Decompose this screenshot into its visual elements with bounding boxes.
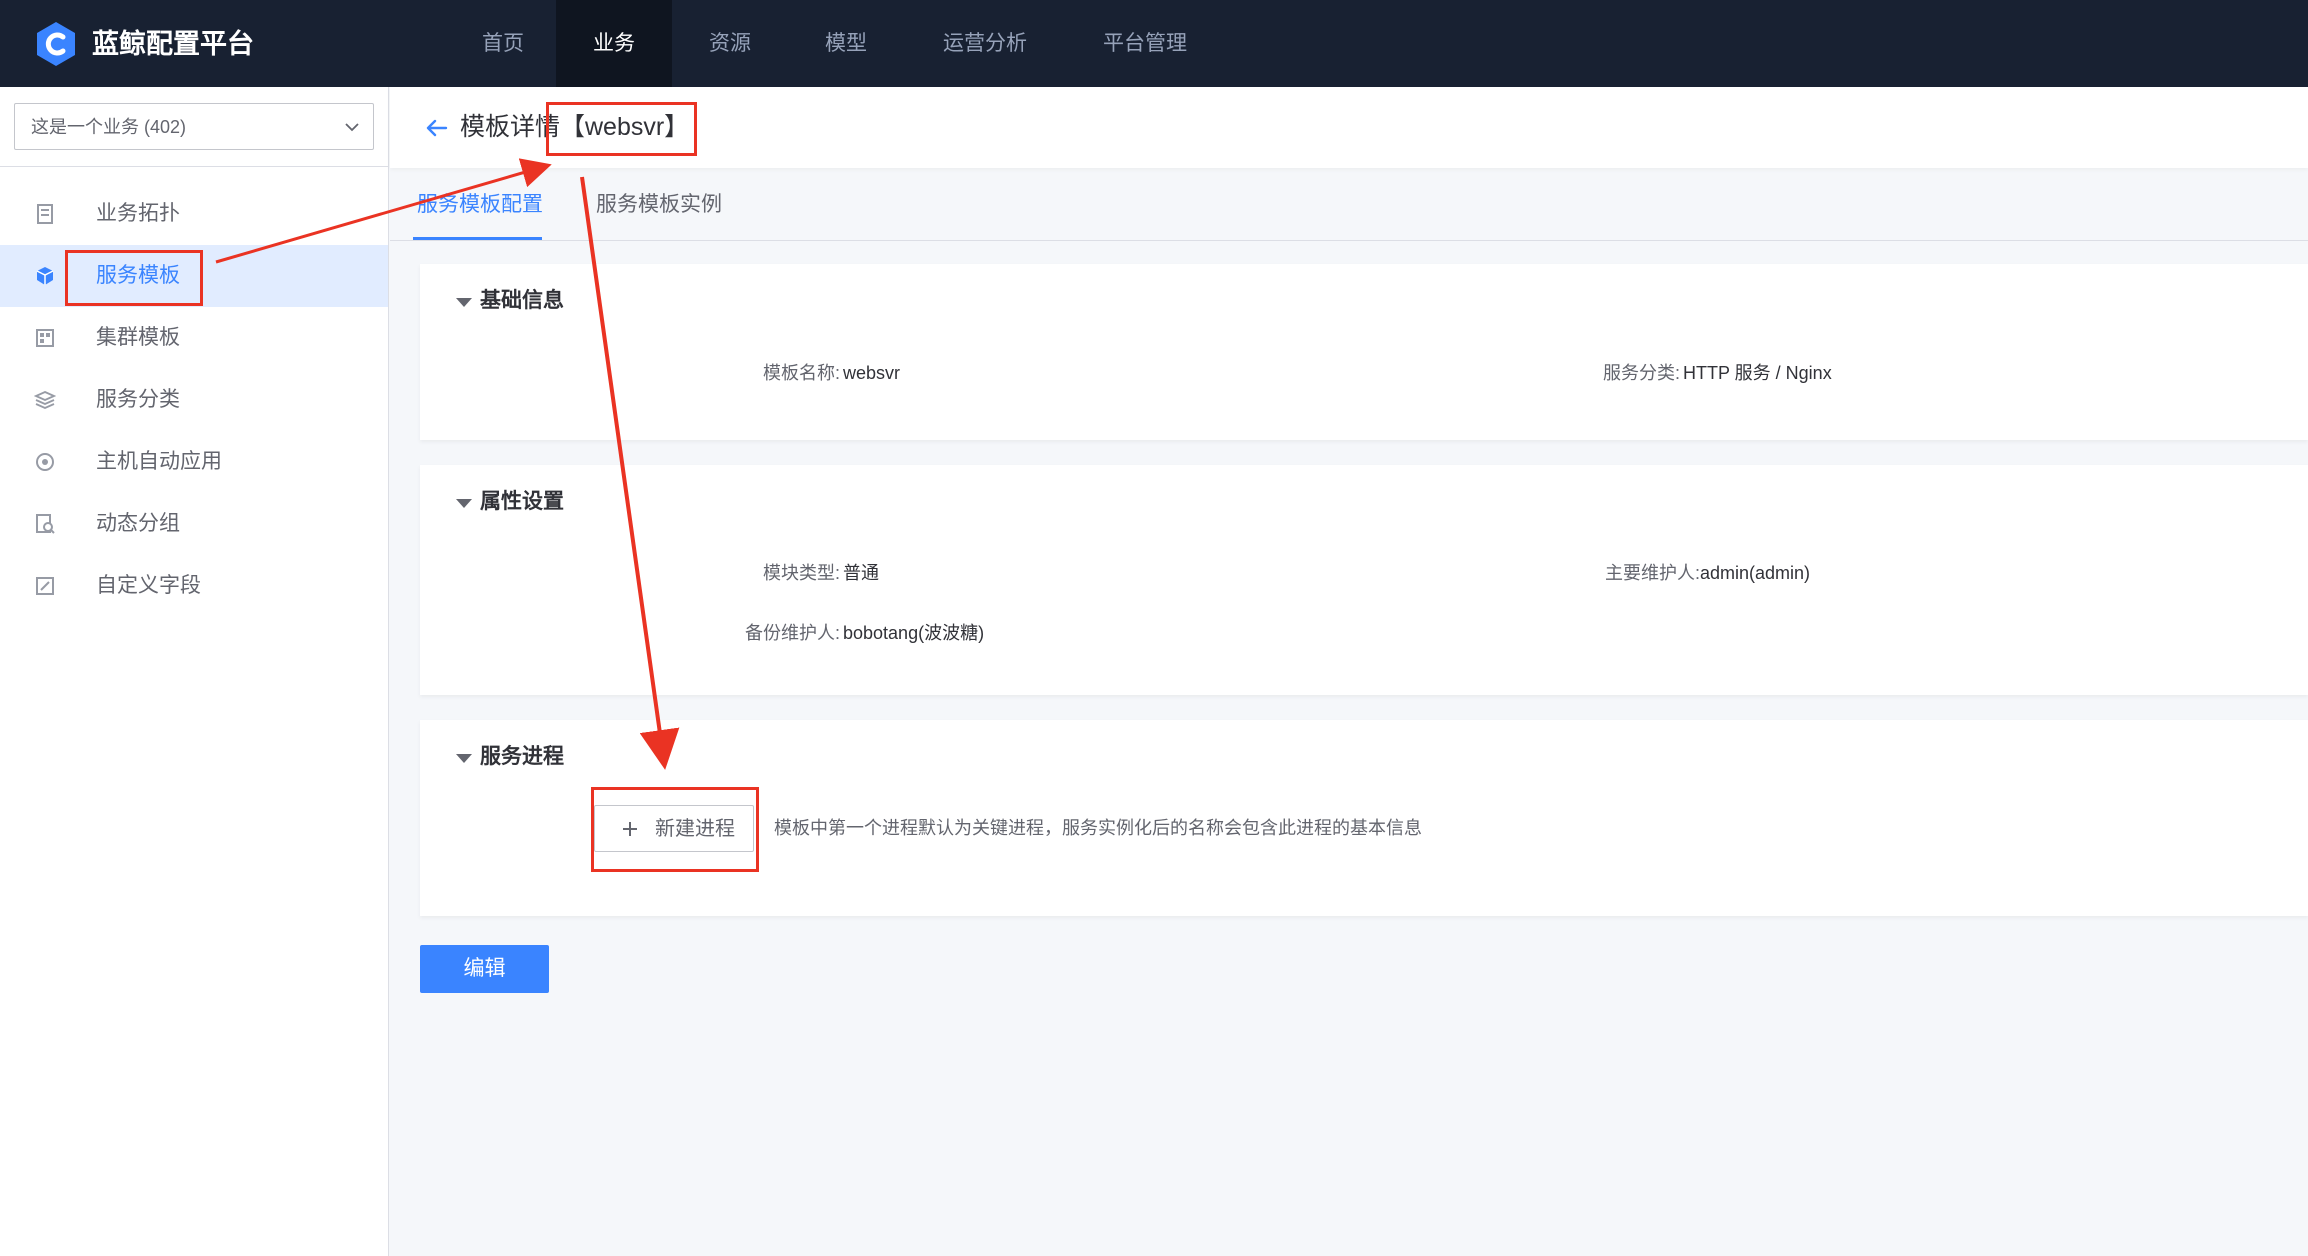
- sidebar-item-label: 自定义字段: [96, 574, 201, 597]
- backup-maintainer-value: bobotang(波波糖): [843, 623, 985, 643]
- service-category-label: 服务分类:: [1602, 363, 1680, 383]
- sidebar-item-custom-field[interactable]: 自定义字段: [0, 555, 388, 617]
- sidebar-item-label: 主机自动应用: [96, 450, 222, 473]
- annotation-highlight-box: [591, 787, 759, 872]
- sidebar-item-cluster-template[interactable]: 集群模板: [0, 307, 388, 369]
- section-title[interactable]: 服务进程: [480, 742, 564, 772]
- sidebar-item-dynamic-group[interactable]: 动态分组: [0, 493, 388, 555]
- chevron-down-icon: [345, 123, 359, 132]
- host-auto-apply-icon: [36, 453, 54, 471]
- sidebar-item-label: 集群模板: [96, 326, 180, 349]
- caret-down-icon[interactable]: [456, 298, 472, 307]
- sidebar-item-host-auto-apply[interactable]: 主机自动应用: [0, 431, 388, 493]
- tab-service-template-instances[interactable]: 服务模板实例: [596, 190, 722, 220]
- arrow-left-icon[interactable]: [424, 115, 450, 141]
- brand-name[interactable]: 蓝鲸配置平台: [92, 26, 254, 62]
- nav-home[interactable]: 首页: [450, 0, 556, 87]
- attributes-card: 属性设置 模块类型: 普通 主要维护人: admin(admin) 备份维护人:…: [420, 465, 2308, 695]
- nav-resource[interactable]: 资源: [672, 0, 788, 87]
- dynamic-group-icon: [36, 514, 55, 534]
- service-template-icon: [36, 267, 54, 285]
- business-selector[interactable]: 这是一个业务 (402): [14, 103, 374, 150]
- module-type-value: 普通: [843, 563, 879, 583]
- section-title[interactable]: 基础信息: [480, 286, 564, 316]
- basic-info-card: 基础信息 模板名称: websvr 服务分类: HTTP 服务 / Nginx: [420, 264, 2308, 440]
- annotation-highlight-box: [65, 250, 203, 306]
- bk-cmdb-logo-icon[interactable]: [34, 20, 78, 68]
- sidebar-divider: [0, 166, 388, 167]
- sidebar-item-service-category[interactable]: 服务分类: [0, 369, 388, 431]
- service-category-value: HTTP 服务 / Nginx: [1683, 363, 1832, 383]
- nav-model[interactable]: 模型: [788, 0, 904, 87]
- service-category-icon: [34, 391, 56, 409]
- template-name-label: 模板名称:: [762, 363, 840, 383]
- template-name-value: websvr: [843, 363, 901, 383]
- cluster-template-icon: [36, 329, 54, 347]
- sidebar-item-label: 业务拓扑: [96, 202, 180, 225]
- business-selector-value: 这是一个业务 (402): [31, 117, 187, 137]
- tab-service-template-config[interactable]: 服务模板配置: [417, 190, 543, 220]
- caret-down-icon[interactable]: [456, 499, 472, 508]
- process-hint-text: 模板中第一个进程默认为关键进程，服务实例化后的名称会包含此进程的基本信息: [774, 818, 1422, 838]
- topology-icon: [37, 204, 53, 224]
- module-type-label: 模块类型:: [762, 563, 840, 583]
- sidebar-item-business-topology[interactable]: 业务拓扑: [0, 183, 388, 245]
- nav-operation-analysis[interactable]: 运营分析: [920, 0, 1050, 87]
- sidebar-item-label: 服务分类: [96, 388, 180, 411]
- caret-down-icon[interactable]: [456, 754, 472, 763]
- maintainer-value: admin(admin): [1700, 563, 1811, 583]
- section-title[interactable]: 属性设置: [480, 487, 564, 517]
- edit-button[interactable]: 编辑: [420, 945, 549, 993]
- annotation-highlight-box: [546, 102, 697, 156]
- top-navigation-bar: 蓝鲸配置平台 首页 业务 资源 模型 运营分析 平台管理: [0, 0, 2308, 87]
- active-tab-indicator: [413, 237, 542, 240]
- sidebar-item-label: 动态分组: [96, 512, 180, 535]
- maintainer-label: 主要维护人:: [1604, 563, 1700, 583]
- nav-business[interactable]: 业务: [556, 0, 672, 87]
- backup-maintainer-label: 备份维护人:: [744, 623, 840, 643]
- tab-bar: 服务模板配置 服务模板实例: [390, 168, 2308, 241]
- nav-platform-management[interactable]: 平台管理: [1080, 0, 1210, 87]
- custom-field-icon: [36, 577, 54, 595]
